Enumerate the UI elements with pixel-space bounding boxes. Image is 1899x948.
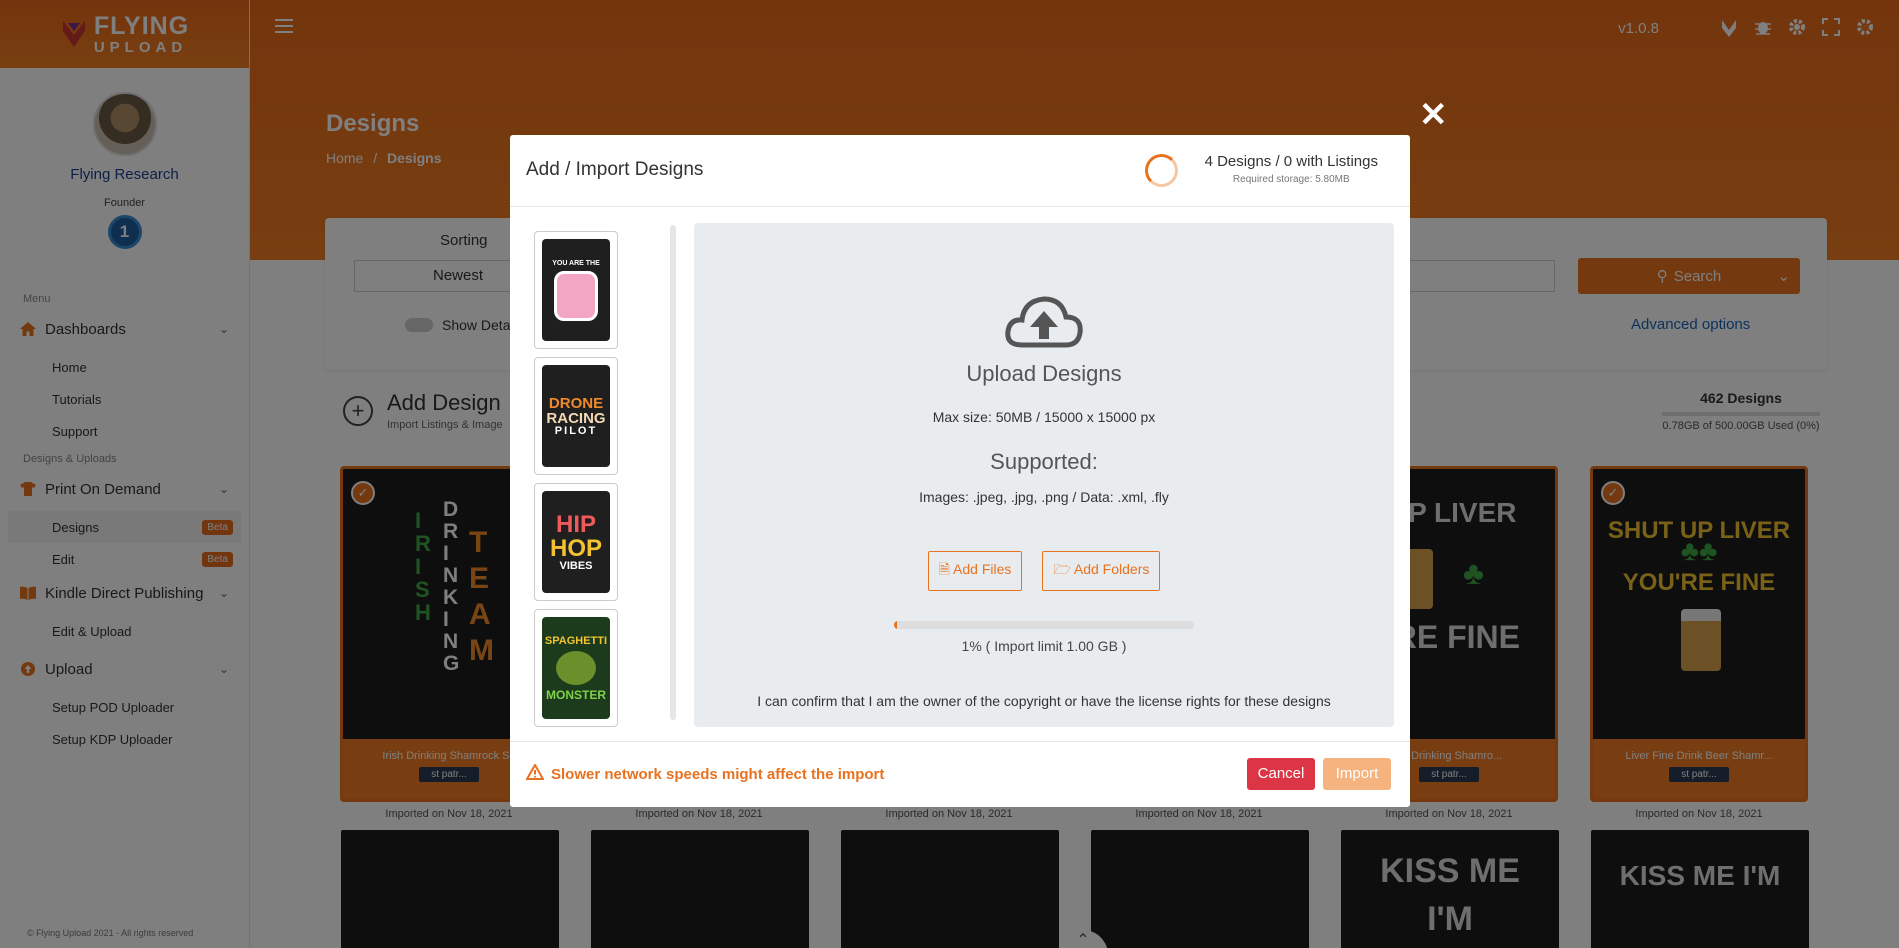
thumb-text: YOU ARE THE xyxy=(552,259,600,267)
thumb-text: VIBES xyxy=(559,559,593,572)
thumb-text: RACING xyxy=(546,409,606,427)
add-files-label: Add Files xyxy=(953,561,1012,577)
monster-icon xyxy=(556,650,596,685)
supported-formats: Images: .jpeg, .jpg, .png / Data: .xml, … xyxy=(919,489,1169,505)
import-count: 4 Designs / 0 with Listings xyxy=(1204,153,1378,170)
modal-header: Add / Import Designs 4 Designs / 0 with … xyxy=(510,135,1410,207)
thumbnail-list: YOU ARE THE DRONE RACING PILOT HIP HOP V… xyxy=(534,231,618,735)
import-summary: 4 Designs / 0 with Listings Required sto… xyxy=(1205,153,1378,185)
add-folders-button[interactable]: 🗁 Add Folders xyxy=(1042,551,1161,591)
thumbnail-image: SPAGHETTI MONSTER xyxy=(542,617,610,719)
app-root: FLYING UPLOAD Flying Research Founder 1 … xyxy=(0,0,1899,948)
design-thumbnail[interactable]: YOU ARE THE xyxy=(534,231,618,349)
thumbnail-image: DRONE RACING PILOT xyxy=(542,365,610,467)
progress-text: 1% ( Import limit 1.00 GB ) xyxy=(961,638,1127,654)
loading-spinner-icon xyxy=(1145,154,1178,187)
thumb-text: DRONE xyxy=(548,394,604,412)
thumb-text: PILOT xyxy=(554,424,598,437)
supported-label: Supported: xyxy=(990,449,1098,474)
add-folders-label: Add Folders xyxy=(1073,561,1150,577)
thumb-text: MONSTER xyxy=(546,687,606,702)
design-thumbnail[interactable]: HIP HOP VIBES xyxy=(534,483,618,601)
max-size-text: Max size: 50MB / 15000 x 15000 px xyxy=(932,409,1156,425)
thumb-text: HOP xyxy=(549,534,602,562)
upload-dropzone[interactable]: Upload Designs Max size: 50MB / 15000 x … xyxy=(694,223,1394,727)
import-button[interactable]: Import xyxy=(1323,758,1391,790)
upload-title: Upload Designs xyxy=(966,361,1122,386)
cloud-upload-icon xyxy=(1004,293,1084,353)
design-thumbnail[interactable]: DRONE RACING PILOT xyxy=(534,357,618,475)
cancel-button[interactable]: Cancel xyxy=(1247,758,1315,790)
copyright-confirmation[interactable]: I can confirm that I am the owner of the… xyxy=(694,693,1394,709)
thumbnail-image: HIP HOP VIBES xyxy=(542,491,610,593)
design-thumbnail[interactable]: SPAGHETTI MONSTER xyxy=(534,609,618,727)
folder-icon: 🗁 xyxy=(1053,561,1071,577)
thumbnail-scrollbar[interactable] xyxy=(670,225,676,720)
thumb-text: HIP xyxy=(555,510,596,538)
network-warning: Slower network speeds might affect the i… xyxy=(525,762,885,784)
file-icon: 🗎 xyxy=(938,561,950,577)
modal-footer: Slower network speeds might affect the i… xyxy=(510,741,1410,807)
import-progress-bar xyxy=(894,621,1194,629)
thumb-text: SPAGHETTI xyxy=(544,634,608,647)
close-icon[interactable]: ✕ xyxy=(1419,95,1448,135)
warning-icon xyxy=(525,762,545,784)
add-files-button[interactable]: 🗎 Add Files xyxy=(927,551,1023,591)
pig-icon xyxy=(554,270,598,321)
warning-text: Slower network speeds might affect the i… xyxy=(551,765,885,783)
progress-fill xyxy=(894,621,897,629)
import-modal: Add / Import Designs 4 Designs / 0 with … xyxy=(510,135,1410,807)
modal-title: Add / Import Designs xyxy=(526,159,704,180)
required-storage: Required storage: 5.80MB xyxy=(1232,174,1350,185)
thumbnail-image: YOU ARE THE xyxy=(542,239,610,341)
